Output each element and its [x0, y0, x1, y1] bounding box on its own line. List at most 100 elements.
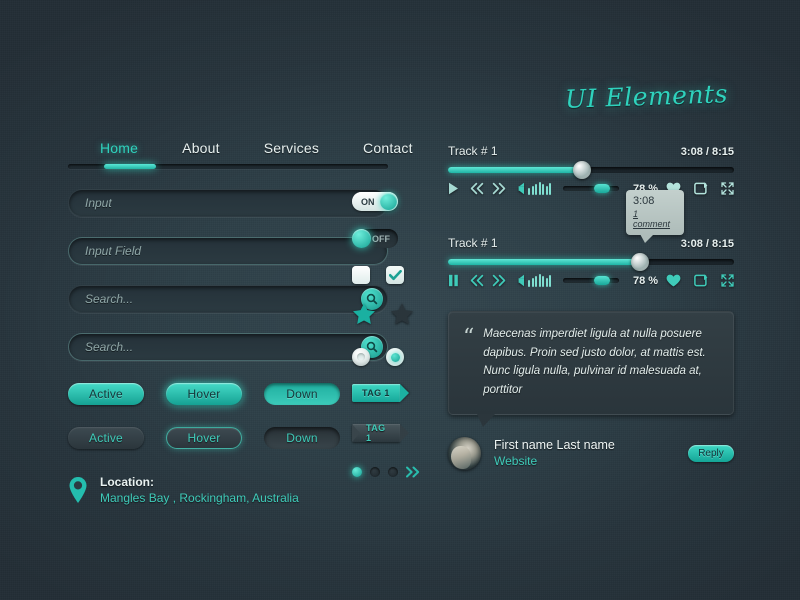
- rewind-icon[interactable]: [470, 182, 484, 195]
- reply-button[interactable]: Reply: [688, 444, 734, 462]
- player-1-progress-handle[interactable]: [573, 161, 592, 179]
- radio-unselected[interactable]: [352, 348, 370, 366]
- equalizer-bars: [528, 274, 551, 287]
- nav-item-home[interactable]: Home: [100, 140, 138, 156]
- player-1-controls: 78 %: [448, 182, 734, 195]
- player-2-header: Track # 1 3:08 / 8:15: [448, 236, 734, 250]
- player-2-controls: 78 %: [448, 274, 734, 287]
- player-2-actions: [666, 274, 734, 287]
- player-2-title: Track # 1: [448, 236, 498, 250]
- button-row-dark: Active Hover Down: [68, 427, 388, 449]
- pagination-dot[interactable]: [388, 467, 398, 477]
- nav-item-contact[interactable]: Contact: [363, 140, 413, 156]
- button-row-teal: Active Hover Down: [68, 383, 388, 405]
- radio-selected[interactable]: [386, 348, 404, 366]
- checkbox-unchecked[interactable]: [352, 266, 370, 284]
- tag-teal-row: TAG 1: [352, 384, 422, 402]
- player-1-title: Track # 1: [448, 144, 498, 158]
- player-2-volume-label: 78 %: [633, 274, 659, 287]
- author-info: First name Last name Website: [494, 438, 615, 468]
- player-2-volume-track[interactable]: [563, 276, 619, 285]
- input-basic-placeholder: Input: [85, 196, 112, 210]
- nav-underline-active: [104, 164, 156, 169]
- button-active-dark[interactable]: Active: [68, 427, 144, 449]
- tag-dark[interactable]: TAG 1: [352, 423, 409, 443]
- toggle-knob[interactable]: [352, 229, 371, 248]
- button-active-teal[interactable]: Active: [68, 383, 144, 405]
- rewind-icon[interactable]: [470, 274, 484, 287]
- toggle-off-row: OFF: [352, 229, 422, 248]
- toggle-switch-off[interactable]: OFF: [352, 229, 398, 248]
- forward-icon[interactable]: [492, 274, 506, 287]
- location-text: Location: Mangles Bay , Rockingham, Aust…: [100, 475, 299, 505]
- pagination-dot[interactable]: [370, 467, 380, 477]
- pagination: [352, 466, 422, 478]
- star-icon[interactable]: [390, 302, 414, 330]
- button-down-dark[interactable]: Down: [264, 427, 340, 449]
- nav-underline-track: [68, 164, 388, 169]
- heart-icon[interactable]: [666, 274, 681, 287]
- checkbox-checked[interactable]: [386, 266, 404, 284]
- main-nav: Home About Services Contact: [68, 140, 413, 156]
- play-icon[interactable]: [448, 182, 459, 195]
- pause-icon[interactable]: [448, 274, 459, 287]
- search-placeholder-1: Search...: [85, 292, 134, 306]
- input-basic[interactable]: Input: [68, 189, 388, 217]
- map-pin-icon: [68, 476, 88, 504]
- player-1-volume-handle[interactable]: [593, 184, 610, 193]
- right-column: Track # 1 3:08 / 8:15 78 % 3:08 1 commen…: [448, 144, 734, 470]
- player-2-volume-handle[interactable]: [593, 276, 610, 285]
- speaker-icon[interactable]: [516, 274, 525, 287]
- tag-teal[interactable]: TAG 1: [352, 384, 400, 402]
- location-value: Mangles Bay , Rockingham, Australia: [100, 491, 299, 505]
- search-input-1[interactable]: Search...: [68, 285, 388, 313]
- star-row: [352, 302, 422, 330]
- expand-icon[interactable]: [721, 182, 734, 195]
- toggle-off-label: OFF: [372, 233, 390, 244]
- toggle-knob[interactable]: [380, 193, 397, 210]
- repeat-icon[interactable]: [694, 182, 708, 195]
- equalizer-bars: [528, 182, 551, 195]
- toggle-on-label: ON: [361, 196, 375, 207]
- tag-dark-row: TAG 1: [352, 423, 422, 443]
- comment-author-row: First name Last name Website Reply: [448, 436, 734, 470]
- left-column: Home About Services Contact Input Input …: [68, 140, 413, 505]
- middle-column: ON OFF TAG 1 TAG 1: [352, 192, 422, 496]
- author-name: First name Last name: [494, 438, 615, 452]
- star-icon[interactable]: [352, 302, 376, 330]
- comment-text: Maecenas imperdiet ligula at nulla posue…: [483, 328, 706, 396]
- toggle-switch-on[interactable]: ON: [352, 192, 398, 211]
- tooltip-time: 3:08: [633, 195, 655, 207]
- search-input-2[interactable]: Search...: [68, 333, 388, 361]
- speaker-icon[interactable]: [516, 182, 525, 195]
- nav-item-about[interactable]: About: [182, 140, 220, 156]
- author-website[interactable]: Website: [494, 454, 615, 468]
- checkbox-row: [352, 266, 422, 284]
- player-2-progress-handle[interactable]: [630, 253, 649, 271]
- page-title: UI Elements: [564, 79, 729, 114]
- player-1-volume-track[interactable]: [563, 184, 619, 193]
- forward-icon[interactable]: [492, 182, 506, 195]
- radio-row: [352, 348, 422, 366]
- input-field-outlined[interactable]: Input Field: [68, 237, 388, 265]
- repeat-icon[interactable]: [694, 274, 708, 287]
- button-hover-dark[interactable]: Hover: [166, 427, 242, 449]
- expand-icon[interactable]: [721, 274, 734, 287]
- tooltip-comments[interactable]: 1 comment: [633, 209, 677, 229]
- input-field-placeholder: Input Field: [85, 244, 142, 258]
- player-1-progress-track[interactable]: [448, 161, 734, 179]
- search-placeholder-2: Search...: [85, 340, 134, 354]
- player-2-time: 3:08 / 8:15: [680, 238, 734, 250]
- chevron-double-right-icon[interactable]: [406, 466, 422, 478]
- player-2-progress-track[interactable]: [448, 253, 734, 271]
- button-down-teal[interactable]: Down: [264, 383, 340, 405]
- nav-item-services[interactable]: Services: [264, 140, 319, 156]
- media-player-2: 3:08 1 comment Track # 1 3:08 / 8:15 78 …: [448, 190, 734, 287]
- toggle-on-row: ON: [352, 192, 422, 211]
- button-hover-teal[interactable]: Hover: [166, 383, 242, 405]
- location-label: Location:: [100, 475, 154, 489]
- player-1-header: Track # 1 3:08 / 8:15: [448, 144, 734, 158]
- pagination-dot-active[interactable]: [352, 467, 362, 477]
- media-player-1: Track # 1 3:08 / 8:15 78 %: [448, 144, 734, 195]
- player-1-progress-fill: [448, 167, 583, 173]
